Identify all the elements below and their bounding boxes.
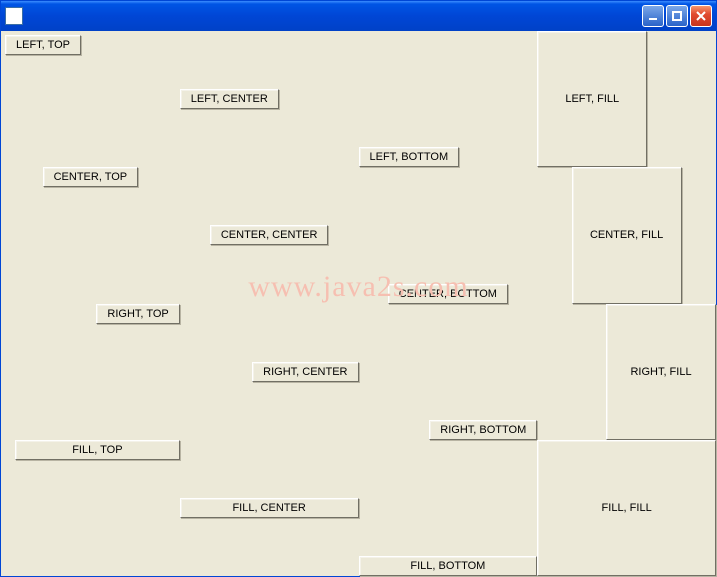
button-left-center[interactable]: LEFT, CENTER — [180, 89, 279, 109]
window-controls — [642, 5, 712, 27]
cell-fill-center: FILL, CENTER — [180, 440, 359, 576]
maximize-button[interactable] — [666, 5, 688, 27]
button-fill-fill[interactable]: FILL, FILL — [537, 440, 716, 576]
button-center-fill[interactable]: CENTER, FILL — [572, 167, 682, 303]
button-fill-center[interactable]: FILL, CENTER — [180, 498, 359, 518]
app-icon — [5, 7, 23, 25]
button-fill-bottom[interactable]: FILL, BOTTOM — [359, 556, 538, 576]
button-center-top[interactable]: CENTER, TOP — [43, 167, 139, 187]
cell-right-fill: RIGHT, FILL — [537, 304, 716, 440]
cell-center-center: CENTER, CENTER — [180, 167, 359, 303]
close-button[interactable] — [690, 5, 712, 27]
button-right-center[interactable]: RIGHT, CENTER — [252, 362, 358, 382]
button-center-center[interactable]: CENTER, CENTER — [210, 225, 329, 245]
cell-left-bottom: LEFT, BOTTOM — [359, 31, 538, 167]
button-center-bottom[interactable]: CENTER, BOTTOM — [388, 284, 508, 304]
minimize-button[interactable] — [642, 5, 664, 27]
titlebar — [1, 1, 716, 31]
cell-right-center: RIGHT, CENTER — [180, 304, 359, 440]
cell-left-fill: LEFT, FILL — [537, 31, 716, 167]
cell-center-bottom: CENTER, BOTTOM — [359, 167, 538, 303]
maximize-icon — [671, 10, 683, 22]
button-left-bottom[interactable]: LEFT, BOTTOM — [359, 147, 460, 167]
button-fill-top[interactable]: FILL, TOP — [15, 440, 180, 460]
button-right-top[interactable]: RIGHT, TOP — [96, 304, 179, 324]
cell-fill-top: FILL, TOP — [1, 440, 180, 576]
cell-right-top: RIGHT, TOP — [1, 304, 180, 440]
minimize-icon — [647, 10, 659, 22]
cell-center-top: CENTER, TOP — [1, 167, 180, 303]
cell-right-bottom: RIGHT, BOTTOM — [359, 304, 538, 440]
cell-center-fill: CENTER, FILL — [537, 167, 716, 303]
close-icon — [695, 10, 707, 22]
cell-left-center: LEFT, CENTER — [180, 31, 359, 167]
client-area: www.java2s.com LEFT, TOP LEFT, CENTER LE… — [1, 31, 716, 576]
cell-fill-fill: FILL, FILL — [537, 440, 716, 576]
app-window: www.java2s.com LEFT, TOP LEFT, CENTER LE… — [0, 0, 717, 577]
button-left-top[interactable]: LEFT, TOP — [5, 35, 81, 55]
cell-fill-bottom: FILL, BOTTOM — [359, 440, 538, 576]
cell-left-top: LEFT, TOP — [1, 31, 180, 167]
button-right-fill[interactable]: RIGHT, FILL — [606, 304, 716, 440]
button-left-fill[interactable]: LEFT, FILL — [537, 31, 647, 167]
button-right-bottom[interactable]: RIGHT, BOTTOM — [429, 420, 537, 440]
